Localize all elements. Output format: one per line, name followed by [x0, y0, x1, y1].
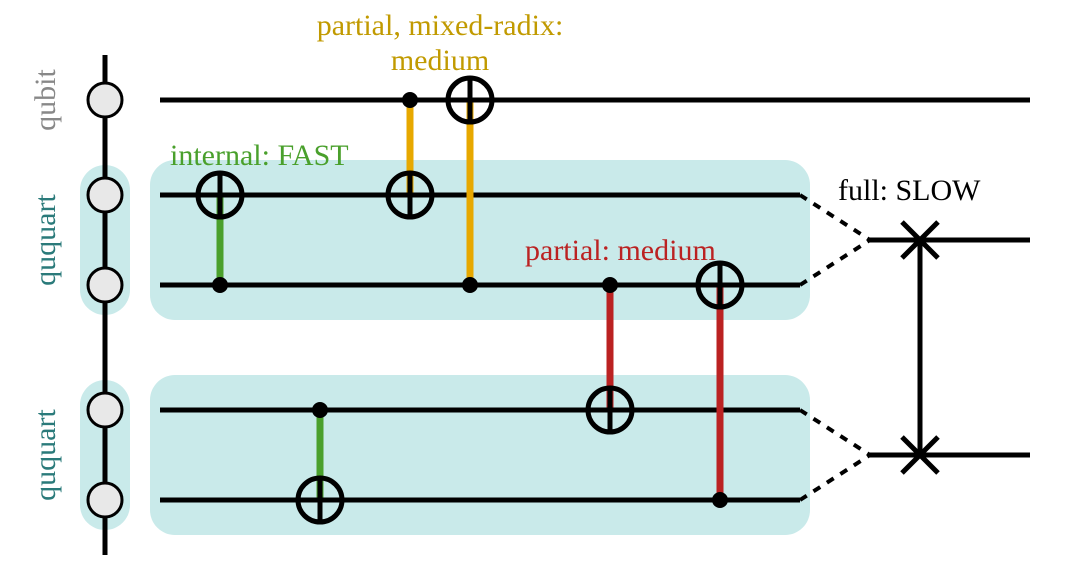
gate-mixed-1-target [388, 173, 432, 217]
gate-internal-1-control [212, 277, 228, 293]
qubit-label: qubit [29, 69, 62, 131]
gate-partial-2-target [698, 263, 742, 307]
ququart1-node-b [88, 268, 122, 302]
ququart2-label: ququart [29, 409, 62, 501]
circuit-diagram: qubit ququart ququart partial, mixed-rad… [0, 0, 1073, 585]
gate-internal-1-target [198, 173, 242, 217]
qubit-node [88, 83, 122, 117]
full-label: full: SLOW [838, 174, 981, 207]
gate-partial-1-control [602, 277, 618, 293]
collapse-1b [800, 240, 870, 285]
gate-partial-2-control [712, 492, 728, 508]
ququart2-node-b [88, 483, 122, 517]
gate-mixed-1-control [402, 92, 418, 108]
gate-mixed-2-target [448, 78, 492, 122]
internal-label: internal: FAST [170, 139, 349, 172]
gate-mixed-2-control [462, 277, 478, 293]
ququart2-wire-pill [150, 375, 810, 535]
collapse-2a [800, 410, 870, 455]
ququart1-label: ququart [29, 194, 62, 286]
mixed-label-2: medium [391, 44, 489, 77]
collapse-2b [800, 455, 870, 500]
ququart2-node-a [88, 393, 122, 427]
gate-internal-2-target [298, 478, 342, 522]
mixed-label-1: partial, mixed-radix: [317, 9, 564, 42]
gate-partial-1-target [588, 388, 632, 432]
gate-internal-2-control [312, 402, 328, 418]
partial-label: partial: medium [525, 234, 716, 267]
ququart1-node-a [88, 178, 122, 212]
